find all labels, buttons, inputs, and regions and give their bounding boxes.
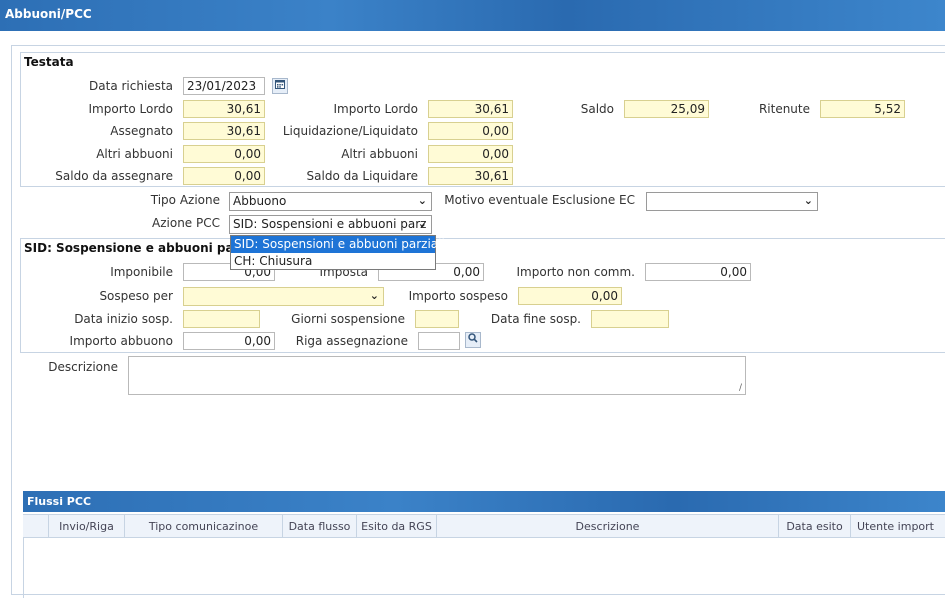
column-invio-riga[interactable]: Invio/Riga (49, 515, 125, 538)
importo-non-comm-input[interactable]: 0,00 (645, 263, 751, 281)
importo-sospeso-input[interactable]: 0,00 (518, 287, 622, 305)
importo-lordo-liq-label: Importo Lordo (333, 102, 418, 116)
tipo-azione-label: Tipo Azione (150, 193, 220, 207)
column-utente-import[interactable]: Utente import (851, 515, 945, 538)
importo-lordo-liq-input[interactable]: 30,61 (428, 100, 513, 118)
altri-abbuoni-input[interactable]: 0,00 (183, 145, 265, 163)
flussi-grid-body (23, 538, 945, 598)
data-richiesta-input[interactable]: 23/01/2023 (183, 77, 265, 95)
testata-legend: Testata (24, 55, 74, 69)
saldo-label: Saldo (580, 102, 614, 116)
saldo-liquidare-label: Saldo da Liquidare (306, 169, 418, 183)
search-icon[interactable] (465, 332, 481, 348)
data-inizio-input[interactable] (183, 310, 260, 328)
riga-assegnazione-input[interactable] (418, 332, 460, 350)
liquidazione-label: Liquidazione/Liquidato (282, 124, 418, 138)
window-titlebar: Abbuoni/PCC (0, 0, 945, 31)
importo-lordo-input[interactable]: 30,61 (183, 100, 265, 118)
motivo-select[interactable]: ⌄ (646, 192, 818, 211)
data-inizio-label: Data inizio sosp. (74, 312, 173, 326)
data-fine-input[interactable] (591, 310, 669, 328)
assegnato-label: Assegnato (110, 124, 173, 138)
flussi-titlebar: Flussi PCC (23, 491, 945, 512)
resize-grip-icon[interactable]: ∕ (739, 383, 742, 393)
descrizione-label: Descrizione (48, 360, 118, 374)
window-title: Abbuoni/PCC (5, 7, 92, 21)
importo-sospeso-label: Importo sospeso (408, 289, 508, 303)
saldo-assegnare-label: Saldo da assegnare (55, 169, 173, 183)
assegnato-input[interactable]: 30,61 (183, 122, 265, 140)
chevron-down-icon: ⌄ (803, 194, 813, 207)
ritenute-input[interactable]: 5,52 (820, 100, 905, 118)
altri-abbuoni-label: Altri abbuoni (96, 147, 173, 161)
altri-abbuoni-liq-label: Altri abbuoni (341, 147, 418, 161)
dropdown-option-ch[interactable]: CH: Chiusura (231, 253, 435, 270)
importo-abbuono-label: Importo abbuono (69, 334, 173, 348)
chevron-down-icon: ⌄ (369, 289, 379, 302)
imponibile-label: Imponibile (110, 265, 173, 279)
azione-pcc-select[interactable]: SID: Sospensioni e abbuoni parz ⌄ (229, 215, 432, 234)
riga-assegnazione-label: Riga assegnazione (295, 334, 408, 348)
column-descrizione[interactable]: Descrizione (437, 515, 779, 538)
altri-abbuoni-liq-input[interactable]: 0,00 (428, 145, 513, 163)
chevron-down-icon: ⌄ (417, 217, 427, 230)
flussi-title: Flussi PCC (27, 495, 92, 508)
azione-pcc-value: SID: Sospensioni e abbuoni parz (233, 217, 427, 231)
motivo-label: Motivo eventuale Esclusione EC (444, 193, 635, 207)
sospeso-per-label: Sospeso per (99, 289, 173, 303)
grid-select-column (23, 515, 49, 538)
dropdown-option-sid[interactable]: SID: Sospensioni e abbuoni parziali (231, 236, 445, 253)
data-fine-label: Data fine sosp. (490, 312, 581, 326)
saldo-liquidare-input[interactable]: 30,61 (428, 167, 513, 185)
giorni-input[interactable] (415, 310, 459, 328)
giorni-label: Giorni sospensione (291, 312, 405, 326)
chevron-down-icon: ⌄ (417, 194, 427, 207)
column-data-esito[interactable]: Data esito (779, 515, 851, 538)
flussi-grid-header: Invio/Riga Tipo comunicazinoe Data fluss… (23, 514, 945, 538)
importo-non-comm-label: Importo non comm. (516, 265, 635, 279)
saldo-input[interactable]: 25,09 (624, 100, 709, 118)
sospeso-per-select[interactable]: ⌄ (183, 287, 384, 306)
calendar-icon[interactable] (272, 78, 288, 94)
liquidazione-input[interactable]: 0,00 (428, 122, 513, 140)
importo-abbuono-input[interactable]: 0,00 (183, 332, 275, 350)
azione-pcc-label: Azione PCC (152, 216, 220, 230)
importo-lordo-label: Importo Lordo (88, 102, 173, 116)
ritenute-label: Ritenute (758, 102, 810, 116)
data-richiesta-label: Data richiesta (89, 79, 173, 93)
column-data-flusso[interactable]: Data flusso (283, 515, 357, 538)
azione-pcc-dropdown: SID: Sospensioni e abbuoni parziali CH: … (230, 235, 445, 270)
saldo-assegnare-input[interactable]: 0,00 (183, 167, 265, 185)
column-tipo-comunicazione[interactable]: Tipo comunicazinoe (125, 515, 283, 538)
column-esito-rgs[interactable]: Esito da RGS (357, 515, 437, 538)
tipo-azione-select[interactable]: Abbuono ⌄ (229, 192, 432, 211)
descrizione-textarea[interactable]: ∕ (128, 356, 746, 395)
tipo-azione-value: Abbuono (233, 194, 287, 208)
